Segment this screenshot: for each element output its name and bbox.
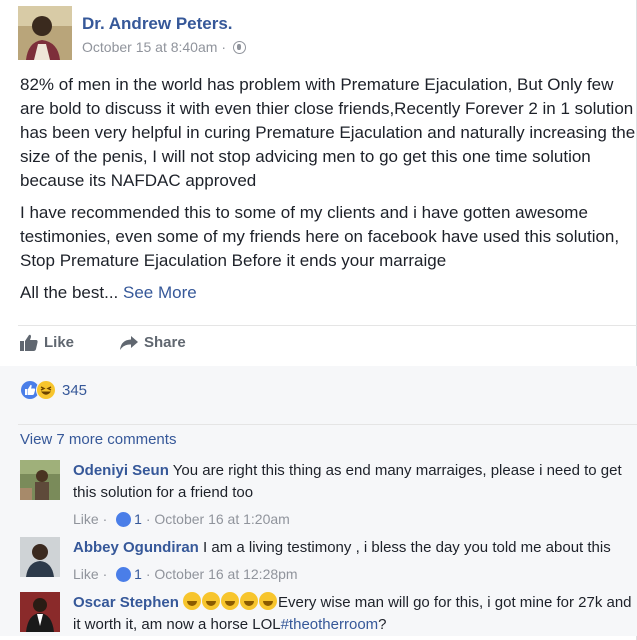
globe-icon [232, 41, 246, 54]
divider [18, 424, 637, 425]
post-paragraph: 82% of men in the world has problem with… [20, 75, 636, 190]
like-reaction-icon [116, 512, 132, 527]
comment-body: I am a living testimony , i bless the da… [203, 539, 611, 556]
facebook-post: Dr. Andrew Peters. October 15 at 8:40am … [0, 0, 637, 640]
share-label: Share [144, 334, 186, 351]
comment-timestamp[interactable]: October 16 at 1:20am [154, 511, 289, 527]
laughing-emoji-icon [221, 592, 240, 610]
footer-separator: · [145, 566, 151, 582]
footer-separator: · [145, 511, 151, 527]
comment-text: Odeniyi Seun You are right this thing as… [73, 460, 637, 504]
comment: Oscar Stephen Every wise man will go for… [20, 592, 632, 636]
post-closing: All the best... See More [20, 281, 637, 305]
comment-text: Oscar Stephen Every wise man will go for… [73, 592, 637, 636]
divider [18, 325, 637, 326]
comment-timestamp[interactable]: October 16 at 12:28pm [154, 566, 297, 582]
laughing-emoji-icon [202, 592, 221, 610]
commenter-name[interactable]: Oscar Stephen [73, 594, 179, 611]
hashtag-link[interactable]: #theotherroom [281, 616, 379, 633]
commenter-name[interactable]: Abbey Ogundiran [73, 539, 199, 556]
post-body: 82% of men in the world has problem with… [20, 73, 637, 313]
post-timestamp[interactable]: October 15 at 8:40am [82, 39, 217, 55]
commenter-avatar[interactable] [20, 592, 60, 632]
comment: Odeniyi Seun You are right this thing as… [20, 460, 632, 530]
reaction-count: 345 [62, 381, 88, 399]
closing-text: All the best... [20, 283, 119, 302]
haha-reaction-icon [36, 380, 56, 400]
laughing-emoji-icon [259, 592, 278, 610]
view-more-comments-link[interactable]: View 7 more comments [20, 431, 176, 448]
author-name[interactable]: Dr. Andrew Peters. [82, 14, 233, 34]
comment-like-button[interactable]: Like [73, 511, 99, 527]
meta-separator: · [221, 39, 226, 55]
comment-trailing: ? [378, 616, 387, 633]
comment: Abbey Ogundiran I am a living testimony … [20, 537, 632, 582]
laughing-emoji-icon [240, 592, 259, 610]
share-button[interactable]: Share [120, 334, 186, 351]
comment-footer: Like · 1 · October 16 at 12:28pm [73, 566, 298, 582]
like-label: Like [44, 334, 75, 351]
author-avatar[interactable] [18, 6, 72, 60]
thumbs-up-icon [20, 334, 38, 351]
comment-text: Abbey Ogundiran I am a living testimony … [73, 537, 637, 559]
footer-separator: · [102, 566, 108, 582]
comments-area: 345 View 7 more comments Odeniyi Seun Yo… [0, 366, 637, 636]
like-button[interactable]: Like [20, 334, 74, 351]
reactions-summary[interactable]: 345 [20, 380, 87, 400]
commenter-avatar[interactable] [20, 460, 60, 500]
post-meta: October 15 at 8:40am · [82, 39, 246, 55]
commenter-name[interactable]: Odeniyi Seun [73, 462, 169, 479]
comment-like-button[interactable]: Like [73, 566, 99, 582]
laughing-emoji-icon [183, 592, 202, 610]
post-header: Dr. Andrew Peters. October 15 at 8:40am … [18, 6, 618, 62]
post-paragraph: I have recommended this to some of my cl… [20, 203, 620, 270]
comment-like-count[interactable]: 1 [134, 511, 142, 527]
comment-like-count[interactable]: 1 [134, 566, 142, 582]
like-reaction-icon [116, 567, 132, 582]
footer-separator: · [102, 511, 108, 527]
commenter-avatar[interactable] [20, 537, 60, 577]
share-arrow-icon [120, 335, 138, 350]
comment-footer: Like · 1 · October 16 at 1:20am [73, 511, 290, 527]
see-more-link[interactable]: See More [123, 283, 197, 302]
